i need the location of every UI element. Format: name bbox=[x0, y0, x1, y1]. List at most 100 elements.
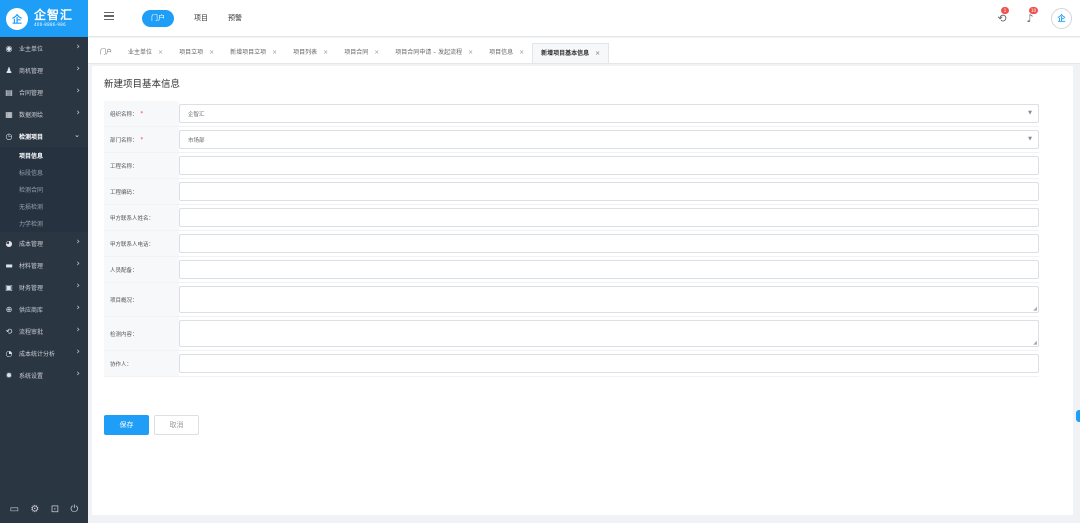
power-icon[interactable]: ⏻ bbox=[70, 504, 78, 515]
clock-icon: ◷ bbox=[5, 131, 13, 141]
sidebar-item-inspection[interactable]: ◷ 检测项目 ⌄ bbox=[0, 125, 88, 147]
sidebar-item-cost[interactable]: ◕ 成本管理 › bbox=[0, 232, 88, 254]
close-icon[interactable]: × bbox=[468, 43, 473, 63]
tab-label: 项目列表 bbox=[293, 49, 318, 56]
monitor-icon[interactable]: ▭ bbox=[10, 504, 19, 515]
chevron-right-icon: › bbox=[76, 325, 80, 335]
chevron-right-icon: › bbox=[76, 281, 80, 291]
avatar[interactable]: 企 bbox=[1051, 8, 1072, 29]
notification-badge: 10 bbox=[1029, 6, 1039, 14]
gear-icon[interactable]: ⚙ bbox=[30, 504, 39, 515]
field-label: 甲方联系人电话： bbox=[104, 231, 179, 256]
org-name-select[interactable]: 企智汇 ▼ bbox=[179, 104, 1039, 123]
save-button[interactable]: 保存 bbox=[104, 415, 149, 435]
sidebar-subitem-mechanics[interactable]: 力学检测 bbox=[0, 215, 88, 232]
form-row: 组织名称： * 企智汇 ▼ bbox=[104, 101, 1039, 127]
sidebar-subitem-ndt[interactable]: 无损检测 bbox=[0, 198, 88, 215]
tab-project-approval[interactable]: 项目立项 × bbox=[171, 43, 222, 63]
chevron-right-icon: › bbox=[76, 86, 80, 96]
sync-icon[interactable]: ⟲ 1 bbox=[995, 6, 1009, 26]
close-icon[interactable]: × bbox=[272, 43, 277, 63]
dept-name-select[interactable]: 市场部 ▼ bbox=[179, 130, 1039, 149]
sidebar-item-survey[interactable]: ▦ 数据测绘 › bbox=[0, 103, 88, 125]
sidebar-footer: ▭ ⚙ ⊡ ⏻ bbox=[0, 495, 88, 523]
chevron-right-icon: › bbox=[76, 259, 80, 269]
tab-label: 项目信息 bbox=[489, 49, 514, 56]
collaborator-input[interactable] bbox=[179, 354, 1039, 373]
form-row: 人员配备： bbox=[104, 257, 1039, 283]
tab-new-project-info[interactable]: 新增项目基本信息 × bbox=[532, 43, 610, 64]
close-icon[interactable]: × bbox=[158, 43, 163, 63]
resize-handle-icon[interactable]: ◢ bbox=[1033, 306, 1037, 312]
form-row: 工程编码： bbox=[104, 179, 1039, 205]
sidebar-item-settings[interactable]: ✹ 系统设置 › bbox=[0, 364, 88, 386]
tab-project-info[interactable]: 项目信息 × bbox=[481, 43, 532, 63]
resize-handle-icon[interactable]: ◢ bbox=[1033, 340, 1037, 346]
topnav-portal[interactable]: 门户 bbox=[142, 10, 174, 27]
sidebar-item-label: 流程审批 bbox=[19, 328, 44, 336]
project-code-input[interactable] bbox=[179, 182, 1039, 201]
bell-icon[interactable]: ♪ 10 bbox=[1023, 6, 1039, 26]
close-icon[interactable]: × bbox=[323, 43, 328, 63]
sidebar-item-owner[interactable]: ◉ 业主单位 › bbox=[0, 37, 88, 59]
close-icon[interactable]: × bbox=[209, 43, 214, 63]
cancel-button[interactable]: 取消 bbox=[154, 415, 199, 435]
top-nav: 门户 项目 预警 bbox=[142, 10, 262, 27]
user-circle-icon: ◉ bbox=[5, 43, 13, 53]
main-content: 新建项目基本信息 组织名称： * 企智汇 ▼ 部门名称： * 市场部 ▼ 工程名称： 工… bbox=[92, 66, 1073, 515]
sidebar-item-cost-analysis[interactable]: ◔ 成本统计分析 › bbox=[0, 342, 88, 364]
close-icon[interactable]: × bbox=[595, 44, 600, 64]
refresh-icon: ⟲ bbox=[5, 326, 13, 336]
client-contact-name-input[interactable] bbox=[179, 208, 1039, 227]
folder-icon: ▬ bbox=[5, 260, 13, 270]
tab-contract-apply[interactable]: 项目合同申请 – 发起流程 × bbox=[387, 43, 481, 63]
project-name-input[interactable] bbox=[179, 156, 1039, 175]
sidebar-item-label: 合同管理 bbox=[19, 89, 44, 97]
field-label: 工程名称： bbox=[104, 153, 179, 178]
sidebar-item-supplier[interactable]: ⊕ 供应商库 › bbox=[0, 298, 88, 320]
sync-badge: 1 bbox=[1001, 6, 1009, 14]
wallet-icon: ▣ bbox=[5, 282, 13, 292]
project-form: 组织名称： * 企智汇 ▼ 部门名称： * 市场部 ▼ 工程名称： 工程编码： 甲方联系… bbox=[104, 101, 1039, 377]
sidebar-subitem-inspection-contract[interactable]: 检测合同 bbox=[0, 181, 88, 198]
tab-portal[interactable]: 门户 bbox=[92, 43, 120, 63]
close-icon[interactable]: × bbox=[519, 43, 524, 63]
inspection-content-textarea[interactable]: ◢ bbox=[179, 320, 1039, 347]
field-label: 项目概况： bbox=[104, 283, 179, 316]
sidebar-item-label: 成本管理 bbox=[19, 240, 44, 248]
tab-project-list[interactable]: 项目列表 × bbox=[285, 43, 336, 63]
project-overview-textarea[interactable]: ◢ bbox=[179, 286, 1039, 313]
sidebar-item-finance[interactable]: ▣ 财务管理 › bbox=[0, 276, 88, 298]
users-icon: ♟ bbox=[5, 65, 13, 75]
sidebar-item-material[interactable]: ▬ 材料管理 › bbox=[0, 254, 88, 276]
form-row: 甲方联系人电话： bbox=[104, 231, 1039, 257]
field-label: 工程编码： bbox=[104, 179, 179, 204]
close-icon[interactable]: × bbox=[374, 43, 379, 63]
sidebar-subitem-section-info[interactable]: 标段信息 bbox=[0, 164, 88, 181]
form-row: 项目概况： ◢ bbox=[104, 283, 1039, 317]
tab-new-project-approval[interactable]: 新增项目立项 × bbox=[222, 43, 285, 63]
chevron-down-icon: ⌄ bbox=[74, 131, 80, 139]
globe-icon: ⊕ bbox=[5, 304, 13, 314]
side-float-tab[interactable] bbox=[1076, 410, 1080, 422]
topnav-alert[interactable]: 预警 bbox=[228, 10, 242, 27]
lock-icon[interactable]: ⊡ bbox=[51, 504, 59, 515]
topnav-project[interactable]: 项目 bbox=[194, 10, 208, 27]
required-mark: * bbox=[140, 136, 144, 143]
sidebar-item-approval[interactable]: ⟲ 流程审批 › bbox=[0, 320, 88, 342]
logo[interactable]: 企 企智汇 400-8886-986 bbox=[0, 0, 88, 37]
chevron-right-icon: › bbox=[76, 369, 80, 379]
chevron-right-icon: › bbox=[76, 347, 80, 357]
sidebar-item-contract[interactable]: ▤ 合同管理 › bbox=[0, 81, 88, 103]
gear-icon: ✹ bbox=[5, 370, 13, 380]
sidebar-item-label: 系统设置 bbox=[19, 372, 44, 380]
tab-owner[interactable]: 业主单位 × bbox=[120, 43, 171, 63]
form-row: 协作人： bbox=[104, 351, 1039, 377]
sidebar-item-opportunity[interactable]: ♟ 商机管理 › bbox=[0, 59, 88, 81]
tab-project-contract[interactable]: 项目合同 × bbox=[336, 43, 387, 63]
staffing-input[interactable] bbox=[179, 260, 1039, 279]
sidebar-submenu-inspection: 项目信息 标段信息 检测合同 无损检测 力学检测 bbox=[0, 147, 88, 232]
client-contact-phone-input[interactable] bbox=[179, 234, 1039, 253]
sidebar-subitem-project-info[interactable]: 项目信息 bbox=[0, 147, 88, 164]
menu-toggle-icon[interactable] bbox=[104, 12, 114, 22]
